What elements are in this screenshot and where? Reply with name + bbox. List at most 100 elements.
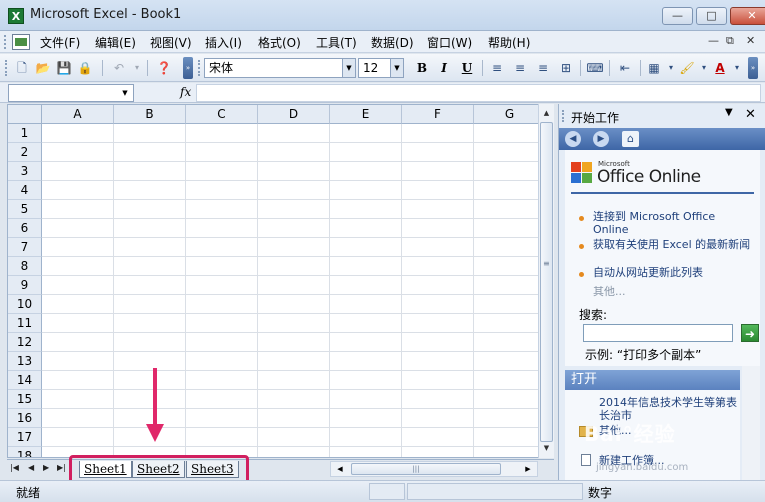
row-header-18[interactable]: 18 bbox=[8, 447, 42, 457]
next-sheet-icon[interactable]: ▶ bbox=[43, 463, 49, 472]
formula-input[interactable] bbox=[196, 84, 761, 102]
first-sheet-icon[interactable]: |◀ bbox=[10, 463, 19, 472]
column-header-g[interactable]: G bbox=[474, 105, 546, 124]
font-color-dropdown-icon[interactable]: ▾ bbox=[728, 59, 746, 77]
row-header-13[interactable]: 13 bbox=[8, 352, 42, 371]
scroll-right-icon[interactable]: ▶ bbox=[521, 462, 535, 476]
task-pane-grip[interactable] bbox=[562, 110, 565, 122]
task-pane-menu-icon[interactable]: ▼ bbox=[725, 107, 733, 118]
toolbar-grip[interactable] bbox=[5, 60, 8, 76]
align-center-icon[interactable]: ≡ bbox=[511, 59, 529, 77]
forward-icon[interactable]: ▶ bbox=[593, 131, 609, 147]
vertical-scroll-thumb[interactable] bbox=[540, 122, 553, 442]
menu-data[interactable]: 数据(D) bbox=[371, 34, 414, 51]
row-header-4[interactable]: 4 bbox=[8, 181, 42, 200]
row-header-1[interactable]: 1 bbox=[8, 124, 42, 143]
doc-minimize-button[interactable]: — bbox=[708, 34, 719, 47]
permission-icon[interactable]: 🔒 bbox=[76, 59, 94, 77]
task-pane-close-icon[interactable]: ✕ bbox=[745, 107, 756, 122]
help-icon[interactable]: ❓ bbox=[155, 59, 173, 77]
menu-tools[interactable]: 工具(T) bbox=[316, 34, 357, 51]
close-button[interactable]: ✕ bbox=[730, 7, 765, 25]
font-size-select[interactable]: 12 ▼ bbox=[358, 58, 404, 78]
column-header-e[interactable]: E bbox=[330, 105, 402, 124]
excel-app-icon[interactable]: X bbox=[8, 8, 24, 24]
row-header-9[interactable]: 9 bbox=[8, 276, 42, 295]
menu-view[interactable]: 视图(V) bbox=[150, 34, 192, 51]
row-header-12[interactable]: 12 bbox=[8, 333, 42, 352]
font-name-select[interactable]: 宋体 ▼ bbox=[204, 58, 356, 78]
menu-window[interactable]: 窗口(W) bbox=[427, 34, 472, 51]
workbook-icon[interactable] bbox=[12, 34, 30, 50]
row-header-16[interactable]: 16 bbox=[8, 409, 42, 428]
menu-help[interactable]: 帮助(H) bbox=[488, 34, 530, 51]
italic-button[interactable]: I bbox=[435, 59, 453, 77]
row-header-6[interactable]: 6 bbox=[8, 219, 42, 238]
horizontal-scroll-thumb[interactable] bbox=[351, 463, 501, 475]
row-header-10[interactable]: 10 bbox=[8, 295, 42, 314]
task-pane-scrollbar[interactable] bbox=[742, 366, 760, 480]
restore-button[interactable]: □ bbox=[696, 7, 727, 25]
align-right-icon[interactable]: ≡ bbox=[534, 59, 552, 77]
search-go-button[interactable]: ➜ bbox=[741, 324, 759, 342]
scroll-down-icon[interactable]: ▼ bbox=[539, 441, 554, 456]
column-header-b[interactable]: B bbox=[114, 105, 186, 124]
row-header-14[interactable]: 14 bbox=[8, 371, 42, 390]
last-sheet-icon[interactable]: ▶| bbox=[57, 463, 66, 472]
undo-icon[interactable]: ↶ bbox=[110, 59, 128, 77]
decrease-indent-icon[interactable]: ⇤ bbox=[616, 59, 634, 77]
underline-button[interactable]: U bbox=[458, 59, 476, 77]
insert-function-icon[interactable]: fx bbox=[180, 85, 191, 99]
link-connect-office-online[interactable]: 连接到 Microsoft Office Online bbox=[593, 210, 753, 236]
column-header-a[interactable]: A bbox=[42, 105, 114, 124]
menu-file[interactable]: 文件(F) bbox=[40, 34, 80, 51]
save-icon[interactable]: 💾 bbox=[55, 59, 73, 77]
row-header-8[interactable]: 8 bbox=[8, 257, 42, 276]
font-name-dropdown-icon[interactable]: ▼ bbox=[342, 59, 355, 77]
search-input[interactable] bbox=[583, 324, 733, 342]
name-box[interactable]: ▼ bbox=[8, 84, 134, 102]
font-color-icon[interactable]: A bbox=[711, 59, 729, 77]
home-icon[interactable]: ⌂ bbox=[622, 131, 639, 147]
menu-format[interactable]: 格式(O) bbox=[258, 34, 301, 51]
row-header-7[interactable]: 7 bbox=[8, 238, 42, 257]
link-more[interactable]: 其他... bbox=[593, 283, 626, 299]
new-icon[interactable]: 🗋 bbox=[13, 59, 31, 77]
align-left-icon[interactable]: ≡ bbox=[488, 59, 506, 77]
toolbar-grip[interactable] bbox=[198, 60, 201, 76]
bold-button[interactable]: B bbox=[413, 59, 431, 77]
row-header-11[interactable]: 11 bbox=[8, 314, 42, 333]
row-header-2[interactable]: 2 bbox=[8, 143, 42, 162]
row-header-17[interactable]: 17 bbox=[8, 428, 42, 447]
doc-close-button[interactable]: ✕ bbox=[746, 34, 755, 47]
font-size-dropdown-icon[interactable]: ▼ bbox=[390, 59, 403, 77]
row-header-3[interactable]: 3 bbox=[8, 162, 42, 181]
merge-center-icon[interactable]: ⊞ bbox=[557, 59, 575, 77]
prev-sheet-icon[interactable]: ◀ bbox=[28, 463, 34, 472]
menu-insert[interactable]: 插入(I) bbox=[205, 34, 242, 51]
select-all-corner[interactable] bbox=[8, 105, 42, 124]
column-header-c[interactable]: C bbox=[186, 105, 258, 124]
vertical-scrollbar[interactable]: ▲ ≡ ▼ bbox=[538, 104, 554, 458]
minimize-button[interactable]: — bbox=[662, 7, 693, 25]
open-icon[interactable]: 📂 bbox=[34, 59, 52, 77]
toolbar-options-icon[interactable]: » bbox=[748, 57, 758, 79]
toolbar-options-icon[interactable]: » bbox=[183, 57, 193, 79]
scroll-up-icon[interactable]: ▲ bbox=[539, 106, 554, 121]
menu-edit[interactable]: 编辑(E) bbox=[95, 34, 136, 51]
currency-style-icon[interactable]: ⌨ bbox=[586, 59, 604, 77]
fill-color-icon[interactable]: 🖌 bbox=[678, 59, 696, 77]
column-header-d[interactable]: D bbox=[258, 105, 330, 124]
column-header-f[interactable]: F bbox=[402, 105, 474, 124]
name-box-dropdown-icon[interactable]: ▼ bbox=[117, 85, 133, 101]
scroll-left-icon[interactable]: ◀ bbox=[333, 462, 347, 476]
row-header-5[interactable]: 5 bbox=[8, 200, 42, 219]
link-auto-update-list[interactable]: 自动从网站更新此列表 bbox=[593, 266, 753, 279]
doc-restore-button[interactable]: ⧉ bbox=[726, 34, 734, 48]
link-excel-news[interactable]: 获取有关使用 Excel 的最新新闻 bbox=[593, 238, 753, 251]
horizontal-scrollbar[interactable]: ◀ ||| ▶ bbox=[330, 461, 538, 477]
undo-dropdown-icon[interactable]: ▾ bbox=[128, 59, 146, 77]
back-icon[interactable]: ◀ bbox=[565, 131, 581, 147]
row-header-15[interactable]: 15 bbox=[8, 390, 42, 409]
worksheet-grid[interactable]: A B C D E F G 1 2 3 4 5 6 7 8 9 10 11 12… bbox=[7, 104, 554, 458]
